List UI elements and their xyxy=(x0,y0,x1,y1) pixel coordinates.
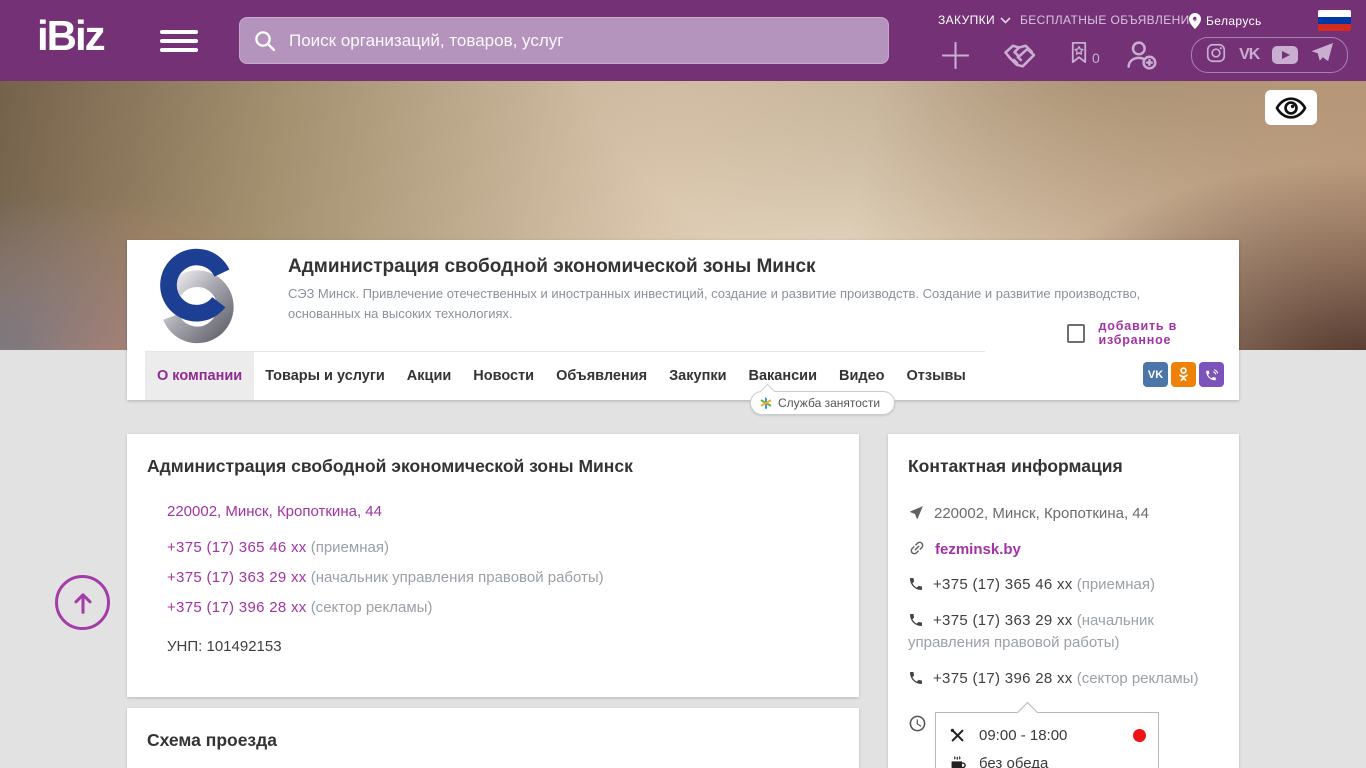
phone-note: (начальник управления правовой работы) xyxy=(310,569,604,586)
company-unp: УНП: 101492153 xyxy=(167,638,282,655)
working-hours: 09:00 - 18:00 xyxy=(979,727,1068,744)
contact-phone-row: +375 (17) 396 28 xx (сектор рекламы) xyxy=(908,668,1219,691)
contact-address: 220002, Минск, Кропоткина, 44 xyxy=(934,505,1149,522)
map-heading: Схема проезда xyxy=(147,730,277,750)
link-icon xyxy=(910,541,924,554)
handshake-icon[interactable] xyxy=(1001,40,1040,76)
search-input[interactable] xyxy=(287,29,875,52)
site-logo[interactable]: iBiz xyxy=(37,12,106,60)
tab-about[interactable]: О компании xyxy=(145,352,255,400)
eye-icon xyxy=(1275,96,1307,119)
clock-icon xyxy=(909,715,926,732)
contact-phone[interactable]: +375 (17) 365 46 xx xyxy=(933,576,1073,593)
phone-link[interactable]: +375 (17) 396 28 xx xyxy=(167,599,307,616)
contact-phone-row: +375 (17) 365 46 xx (приемная) xyxy=(908,574,1219,597)
menu-icon[interactable] xyxy=(160,30,198,57)
favorites-bookmark-icon[interactable] xyxy=(1066,37,1092,73)
vacancies-tooltip-label: Служба занятости xyxy=(778,396,881,410)
phone-note: (приемная) xyxy=(1076,576,1155,593)
company-title: Администрация свободной экономической зо… xyxy=(288,256,816,277)
vk-share-icon[interactable]: VK xyxy=(1143,362,1168,387)
phone-row: +375 (17) 363 29 xx (начальник управлени… xyxy=(167,569,839,586)
contact-info-card: Контактная информация 220002, Минск, Кро… xyxy=(888,434,1239,768)
scroll-to-top-button[interactable] xyxy=(55,575,110,630)
phone-link[interactable]: +375 (17) 365 46 xx xyxy=(167,539,307,556)
contact-phone-row: +375 (17) 363 29 xx (начальник управлени… xyxy=(908,610,1219,655)
contact-phone[interactable]: +375 (17) 396 28 xx xyxy=(933,670,1073,687)
map-card: Схема проезда xyxy=(127,708,859,768)
company-logo xyxy=(145,244,249,348)
lunch-row: без обеда xyxy=(948,749,1146,768)
nav-arrow-icon xyxy=(910,506,923,519)
employment-service-icon xyxy=(760,397,772,409)
nav-location-label: Беларусь xyxy=(1206,14,1262,28)
instagram-icon[interactable] xyxy=(1205,42,1227,69)
phone-note: (приемная) xyxy=(310,539,389,556)
contact-phone[interactable]: +375 (17) 363 29 xx xyxy=(933,612,1073,629)
contact-address-row: 220002, Минск, Кропоткина, 44 xyxy=(908,503,1219,526)
phone-icon xyxy=(910,671,922,684)
working-hours-row: 09:00 - 18:00 xyxy=(948,722,1146,749)
website-link[interactable]: fezminsk.by xyxy=(935,541,1021,558)
nav-zakupki[interactable]: ЗАКУПКИ xyxy=(938,13,1011,27)
about-card: Администрация свободной экономической зо… xyxy=(127,434,859,697)
user-add-icon[interactable] xyxy=(1122,39,1160,76)
viber-icon[interactable] xyxy=(1199,362,1224,387)
tab-zakupki[interactable]: Закупки xyxy=(658,352,737,400)
contacts-heading: Контактная информация xyxy=(908,456,1123,476)
youtube-icon[interactable] xyxy=(1271,46,1298,64)
nav-free-ads[interactable]: БЕСПЛАТНЫЕ ОБЪЯВЛЕНИЯ xyxy=(1020,13,1199,27)
vk-icon[interactable]: VK xyxy=(1239,46,1260,64)
tab-news[interactable]: Новости xyxy=(462,352,545,400)
lunch-label: без обеда xyxy=(979,755,1049,768)
tab-products[interactable]: Товары и услуги xyxy=(254,352,396,400)
schedule-tooltip: 09:00 - 18:00 без обеда xyxy=(935,712,1159,768)
company-header-card: Администрация свободной экономической зо… xyxy=(127,240,1239,400)
favorite-label: добавить в избранное xyxy=(1098,319,1178,347)
phone-note: (сектор рекламы) xyxy=(1076,669,1199,687)
company-social-links: VK xyxy=(1143,362,1224,387)
contact-website-row: fezminsk.by xyxy=(908,539,1219,562)
top-header: iBiz ЗАКУПКИ БЕСПЛАТНЫЕ ОБЪЯВЛЕНИЯ Белар… xyxy=(0,0,1366,81)
phone-note: (сектор рекламы) xyxy=(310,599,433,616)
coffee-cup-icon xyxy=(951,756,966,768)
nav-location[interactable]: Беларусь xyxy=(1189,13,1262,29)
ok-share-icon[interactable] xyxy=(1171,362,1196,387)
status-dot xyxy=(1133,729,1146,742)
phone-icon xyxy=(910,613,922,626)
telegram-icon[interactable] xyxy=(1310,42,1334,69)
visibility-eye-badge[interactable] xyxy=(1265,90,1317,125)
page: iBiz ЗАКУПКИ БЕСПЛАТНЫЕ ОБЪЯВЛЕНИЯ Белар… xyxy=(0,0,1366,768)
about-heading: Администрация свободной экономической зо… xyxy=(147,456,633,476)
tools-icon xyxy=(950,728,964,742)
nav-zakupki-label: ЗАКУПКИ xyxy=(938,13,996,27)
favorite-checkbox[interactable] xyxy=(1067,323,1085,343)
tab-promotions[interactable]: Акции xyxy=(396,352,462,400)
vacancies-tooltip: Служба занятости xyxy=(750,391,896,415)
add-to-favorites[interactable]: добавить в избранное xyxy=(1067,319,1239,347)
phone-row: +375 (17) 365 46 xx (приемная) xyxy=(167,539,839,556)
add-company-plus-icon[interactable] xyxy=(939,39,972,77)
search-icon xyxy=(255,30,276,51)
header-social-links: VK xyxy=(1191,37,1348,73)
tab-ads[interactable]: Объявления xyxy=(545,352,658,400)
phone-link[interactable]: +375 (17) 363 29 xx xyxy=(167,569,307,586)
phone-row: +375 (17) 396 28 xx (сектор рекламы) xyxy=(167,599,839,616)
favorites-count: 0 xyxy=(1092,50,1100,66)
phone-icon xyxy=(910,578,922,590)
company-address-link[interactable]: 220002, Минск, Кропоткина, 44 xyxy=(167,503,839,520)
chevron-down-icon xyxy=(1000,16,1011,24)
tab-reviews[interactable]: Отзывы xyxy=(896,352,977,400)
language-flag-russia-icon[interactable] xyxy=(1318,10,1351,31)
arrow-up-icon xyxy=(73,592,92,614)
search-bar[interactable] xyxy=(239,17,889,64)
location-pin-icon xyxy=(1189,13,1201,29)
